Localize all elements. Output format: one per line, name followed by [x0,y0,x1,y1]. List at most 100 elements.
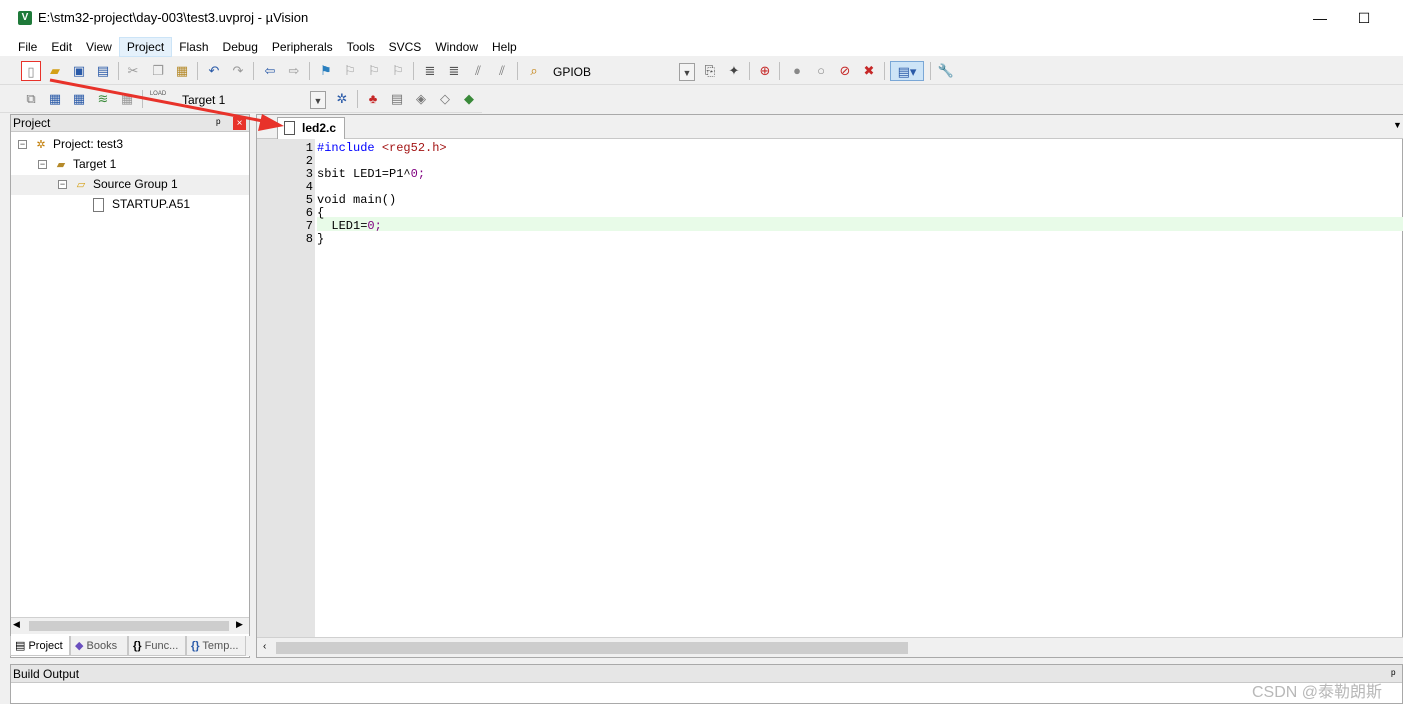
tab-led2-c[interactable]: led2.c [277,117,345,139]
target-combo-value: Target 1 [182,93,226,107]
collapse-toggle[interactable]: − [58,180,67,189]
scroll-left-icon[interactable]: ◀ [13,619,20,630]
tab-books[interactable]: ◆ Books [70,636,128,656]
comment-icon[interactable]: ⫽ [468,61,488,81]
menu-svcs[interactable]: SVCS [382,38,429,56]
tab-project-label: Project [28,640,63,652]
code-line[interactable]: #include <reg52.h> [317,142,447,155]
menu-peripherals[interactable]: Peripherals [265,38,340,56]
tab-functions[interactable]: {} Func... [128,636,186,656]
manage-components-icon[interactable]: ♣ [363,89,383,109]
configure-icon[interactable]: 🔧 [936,61,956,81]
enable-breakpoint-icon[interactable]: ○ [811,61,831,81]
insert-breakpoint-icon[interactable]: ● [787,61,807,81]
code-line[interactable]: void main() [317,194,396,207]
tree-item-project[interactable]: ✲ Project: test3 [33,135,123,154]
build-icon[interactable]: ▦ [45,89,65,109]
paste-icon[interactable]: ▦ [172,61,192,81]
navigate-forward-icon[interactable]: ⇨ [284,61,304,81]
menu-view[interactable]: View [79,38,119,56]
next-bookmark-icon[interactable]: ⚐ [364,61,384,81]
scroll-left-icon[interactable]: ‹ [263,641,266,652]
code-line[interactable]: LED1=0; [317,220,381,233]
horizontal-scrollbar[interactable]: ◀ ▶ [11,617,249,634]
menu-help[interactable]: Help [485,38,524,56]
find-combo[interactable]: GPIOB ▼ [548,62,696,82]
save-all-icon[interactable]: ▤ [93,61,113,81]
chevron-down-icon[interactable]: ▼ [310,91,326,109]
bookmark-icon[interactable]: ⚑ [316,61,336,81]
code-line[interactable]: sbit LED1=P1^0; [317,168,425,181]
indent-icon[interactable]: ≣ [420,61,440,81]
project-panel-tabs: ▤ Project ◆ Books {} Func... {} Temp... [10,636,250,656]
target-options-icon[interactable]: ✲ [332,89,352,109]
incremental-find-icon[interactable]: ✦ [724,61,744,81]
menu-project[interactable]: Project [118,37,173,57]
rebuild-icon[interactable]: ▦ [69,89,89,109]
stop-build-icon[interactable]: ▦ [117,89,137,109]
scroll-right-icon[interactable]: ▶ [236,619,243,630]
templates-icon: {} [191,640,200,652]
code-line[interactable]: } [317,233,324,246]
clear-bookmarks-icon[interactable]: ⚐ [388,61,408,81]
project-icon: ✲ [36,138,46,151]
scroll-thumb[interactable] [276,642,908,654]
manage-packs-icon[interactable]: ◈ [411,89,431,109]
menu-window[interactable]: Window [428,38,485,56]
kill-breakpoints-icon[interactable]: ✖ [859,61,879,81]
close-icon[interactable]: × [233,117,246,130]
maximize-button[interactable]: ☐ [1344,6,1384,30]
disable-breakpoints-icon[interactable]: ⊘ [835,61,855,81]
tree-group-label: Source Group 1 [93,177,178,191]
file-extensions-icon[interactable]: ▤ [387,89,407,109]
find-combo-value: GPIOB [553,65,592,79]
debug-session-icon[interactable]: ⊕ [755,61,775,81]
new-file-icon[interactable]: ▯ [21,61,41,81]
collapse-toggle[interactable]: − [38,160,47,169]
select-software-packs-icon[interactable]: ◇ [435,89,455,109]
unindent-icon[interactable]: ≣ [444,61,464,81]
project-panel-title: Project [13,116,51,130]
menu-tools[interactable]: Tools [340,38,382,56]
load-icon[interactable]: LOAD [148,89,168,109]
menu-file[interactable]: File [11,38,44,56]
find-icon[interactable]: ⎘ [700,61,720,81]
project-panel: Project ᵖ × − ✲ Project: test3 − ▰ Target … [10,114,250,658]
pin-icon[interactable]: ᵖ [216,115,221,132]
toolbar-separator [413,62,414,80]
target-combo[interactable]: Target 1 ▼ [177,90,327,110]
editor-horizontal-scrollbar[interactable]: ‹ [257,637,1403,657]
tab-templates[interactable]: {} Temp... [186,636,246,656]
tree-item-target[interactable]: ▰ Target 1 [53,155,117,174]
undo-icon[interactable]: ↶ [204,61,224,81]
menu-edit[interactable]: Edit [44,38,79,56]
toolbar-separator [309,62,310,80]
tabs-dropdown-icon[interactable]: ▼ [1393,120,1402,130]
redo-icon[interactable]: ↷ [228,61,248,81]
save-icon[interactable]: ▣ [69,61,89,81]
uncomment-icon[interactable]: ⫽ [492,61,512,81]
minimize-button[interactable]: — [1300,6,1340,30]
pin-icon[interactable]: ᵖ [1391,665,1396,683]
window-layout-icon[interactable]: ▤▾ [890,61,924,81]
tree-item-file[interactable]: STARTUP.A51 [93,195,190,214]
copy-icon[interactable]: ❐ [148,61,168,81]
menu-flash[interactable]: Flash [172,38,215,56]
scroll-thumb[interactable] [29,621,229,631]
translate-icon[interactable]: ⧉ [21,89,41,109]
cut-icon[interactable]: ✂ [123,61,143,81]
navigate-back-icon[interactable]: ⇦ [260,61,280,81]
batch-build-icon[interactable]: ≋ [93,89,113,109]
tree-item-source-group[interactable]: ▱ Source Group 1 [73,175,178,194]
open-folder-icon[interactable]: ▰ [45,61,65,81]
collapse-toggle[interactable]: − [18,140,27,149]
chevron-down-icon[interactable]: ▼ [679,63,695,81]
prev-bookmark-icon[interactable]: ⚐ [340,61,360,81]
run-time-environment-icon[interactable]: ◆ [459,89,479,109]
tab-books-label: Books [86,640,118,652]
tab-project[interactable]: ▤ Project [10,636,70,656]
find-in-files-icon[interactable]: ⌕ [524,61,544,81]
toolbar-separator [253,62,254,80]
menu-debug[interactable]: Debug [216,38,265,56]
current-line-highlight [317,217,1403,231]
